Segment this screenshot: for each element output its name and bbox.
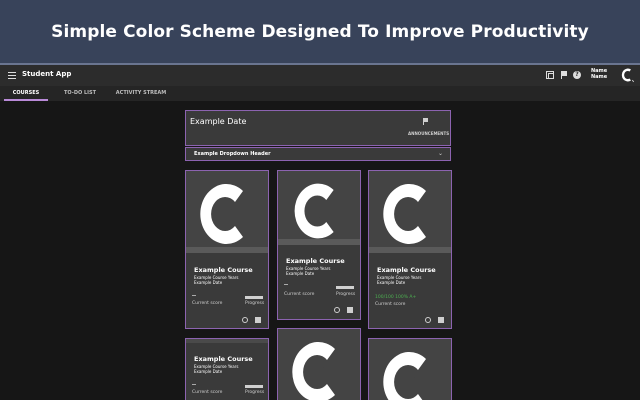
dropdown-header[interactable]: Example Dropdown Header ⌄: [185, 147, 451, 161]
course-date: Example Date: [194, 280, 223, 285]
announcements-icon[interactable]: [422, 118, 429, 125]
grade-value: 100/100 100% A+: [375, 295, 417, 300]
score-label: Current score: [192, 301, 223, 306]
course-date: Example Date: [286, 271, 315, 276]
flag-icon[interactable]: [560, 71, 568, 79]
announcements-label[interactable]: ANNOUNCEMENTS: [408, 131, 449, 136]
course-logo-icon: [383, 352, 426, 400]
course-title: Example Course: [194, 266, 253, 274]
course-card[interactable]: Example Course Example Course Years Exam…: [368, 170, 452, 329]
course-card[interactable]: [277, 328, 361, 400]
course-logo-icon: [292, 342, 335, 400]
progress-label: Progress: [336, 292, 356, 297]
progress-label: Progress: [245, 390, 265, 395]
course-logo-icon: [383, 184, 426, 244]
progress-label: Progress: [245, 301, 265, 306]
score-label: Current score: [375, 302, 406, 307]
image-divider: [186, 247, 268, 253]
course-card[interactable]: Example Course Example Course Years Exam…: [277, 170, 361, 320]
progress-bar: [336, 286, 354, 289]
tab-bar: COURSES TO-DO LIST ACTIVITY STREAM: [0, 86, 640, 101]
avatar-logo[interactable]: [620, 67, 634, 83]
user-name[interactable]: Name Name: [591, 68, 609, 80]
course-card[interactable]: [368, 338, 452, 400]
tab-to-do-list[interactable]: TO-DO LIST: [58, 86, 102, 101]
progress-bar: [245, 296, 263, 299]
course-card[interactable]: Example Course Example Course Years Exam…: [185, 338, 269, 400]
menu-icon[interactable]: [8, 72, 16, 79]
chevron-down-icon[interactable]: ⌄: [438, 150, 443, 157]
course-title: Example Course: [194, 355, 253, 363]
score-value: [284, 284, 288, 285]
help-icon[interactable]: ?: [573, 71, 581, 79]
date-title: Example Date: [190, 117, 247, 126]
play-icon[interactable]: [425, 317, 431, 323]
course-image: [278, 171, 360, 239]
course-date: Example Date: [377, 280, 406, 285]
play-icon[interactable]: [334, 307, 340, 313]
course-image: [186, 171, 268, 247]
image-divider: [278, 239, 360, 245]
course-image: [369, 339, 451, 400]
course-image: [278, 329, 360, 400]
app-title: Student App: [22, 70, 72, 78]
course-logo-icon: [294, 183, 334, 239]
course-image: [369, 171, 451, 247]
score-value: [192, 384, 196, 385]
score-value: [192, 295, 196, 296]
image-divider: [186, 339, 268, 343]
tab-courses[interactable]: COURSES: [4, 86, 48, 101]
cards-icon[interactable]: [546, 71, 554, 79]
course-title: Example Course: [377, 266, 436, 274]
course-card[interactable]: Example Course Example Course Years Exam…: [185, 170, 269, 329]
score-label: Current score: [192, 390, 223, 395]
book-icon[interactable]: [438, 317, 444, 323]
progress-bar: [245, 385, 263, 388]
score-label: Current score: [284, 292, 315, 297]
dropdown-label: Example Dropdown Header: [194, 151, 271, 157]
book-icon[interactable]: [347, 307, 353, 313]
banner-text: Simple Color Scheme Designed To Improve …: [51, 21, 589, 42]
app-bar: Student App ? Name Name: [0, 65, 640, 86]
book-icon[interactable]: [255, 317, 261, 323]
image-divider: [369, 247, 451, 253]
play-icon[interactable]: [242, 317, 248, 323]
course-title: Example Course: [286, 257, 345, 265]
course-logo-icon: [200, 184, 243, 244]
promo-banner: Simple Color Scheme Designed To Improve …: [0, 0, 640, 63]
date-card: Example Date ANNOUNCEMENTS: [185, 110, 451, 146]
tab-activity-stream[interactable]: ACTIVITY STREAM: [106, 86, 176, 101]
course-date: Example Date: [194, 369, 223, 374]
